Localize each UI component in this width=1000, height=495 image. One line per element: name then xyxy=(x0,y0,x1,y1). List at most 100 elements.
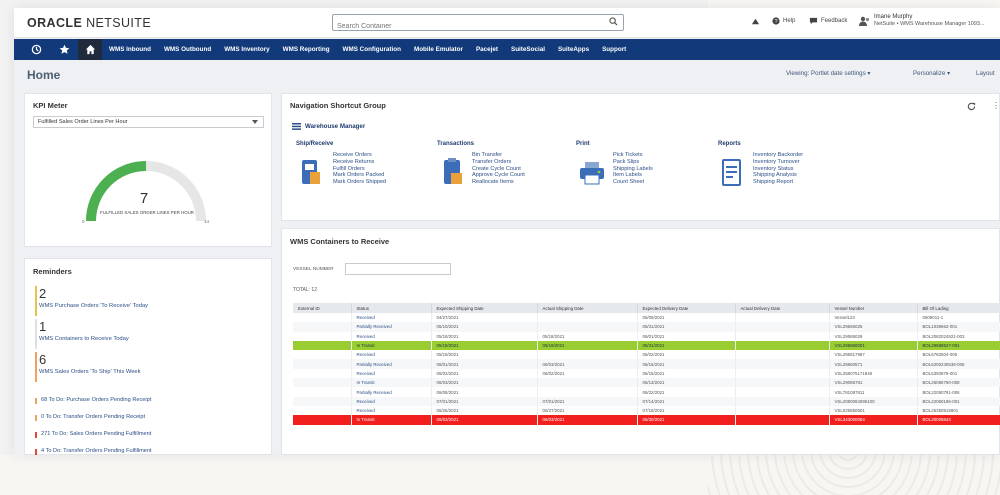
link-mark-orders-packed[interactable]: Mark Orders Packed xyxy=(333,172,386,179)
nav-wms-outbound[interactable]: WMS Outbound xyxy=(164,46,211,53)
todo-item[interactable]: 4 To Do: Transfer Orders Pending Fulfill… xyxy=(35,448,152,455)
todo-item[interactable]: 0 To Do: Transfer Orders Pending Receipt xyxy=(35,414,145,421)
table-cell: 0509011-1 xyxy=(917,313,1000,323)
link-fulfill-orders[interactable]: Fulfill Orders xyxy=(333,166,386,173)
link-create-cycle-count[interactable]: Create Cycle Count xyxy=(472,166,525,173)
table-cell: 06/08/2021 xyxy=(431,387,538,397)
column-header[interactable]: Expected Delivery Date xyxy=(637,303,736,313)
table-row[interactable]: In Transit 05/19/2021 05/19/2021 05/31/2021… xyxy=(293,340,1000,351)
table-row[interactable]: Partially Received 06/08/2021 06/22/2021 VS… xyxy=(293,387,1000,397)
feedback-link[interactable]: Feedback xyxy=(809,17,847,25)
table-row[interactable]: Received 06/02/2021 06/02/2021 06/15/2021 VS… xyxy=(293,368,1000,379)
nav-mobile-emulator[interactable]: Mobile Emulator xyxy=(414,46,463,53)
table-cell[interactable]: In Transit xyxy=(351,378,432,388)
todo-item[interactable]: 271 To Do: Sales Orders Pending Fulfillm… xyxy=(35,431,151,438)
nav-support[interactable]: Support xyxy=(602,46,626,53)
column-header[interactable]: Bill Of Lading xyxy=(917,303,1000,313)
table-row[interactable]: In Transit 06/03/2021 06/13/2021 VSL2908678… xyxy=(293,378,1000,388)
oracle-netsuite-logo[interactable]: ORACLE NETSUITE xyxy=(27,16,151,30)
table-cell xyxy=(735,322,830,332)
table-cell[interactable]: Received xyxy=(351,313,432,323)
link-approve-cycle-count[interactable]: Approve Cycle Count xyxy=(472,172,525,179)
table-cell: VSL29586025 xyxy=(829,322,918,332)
nav-wms-inventory[interactable]: WMS Inventory xyxy=(224,46,269,53)
column-header[interactable]: Expected Shipping Date xyxy=(431,303,538,313)
table-cell: VSL343000084 xyxy=(829,415,918,425)
table-cell[interactable]: Received xyxy=(351,396,432,406)
table-cell[interactable]: Partially Received xyxy=(351,359,432,369)
link-shipping-analysis[interactable]: Shipping Analysis xyxy=(753,172,803,179)
column-header[interactable]: Actual Shipping Date xyxy=(537,303,638,313)
link-reallocate-items[interactable]: Reallocate Items xyxy=(472,179,525,186)
table-cell[interactable]: Received xyxy=(351,331,432,341)
link-inventory-backorder[interactable]: Inventory Backorder xyxy=(753,152,803,159)
nav-wms-reporting[interactable]: WMS Reporting xyxy=(283,46,330,53)
link-inventory-turnover[interactable]: Inventory Turnover xyxy=(753,159,803,166)
column-header[interactable]: Status xyxy=(351,303,432,313)
reminder-item[interactable]: 6 WMS Sales Orders 'To Ship' This Week xyxy=(35,352,265,382)
link-count-sheet[interactable]: Count Sheet xyxy=(613,179,653,186)
search-input[interactable] xyxy=(333,19,583,34)
table-cell[interactable]: Received xyxy=(351,350,432,360)
link-receive-returns[interactable]: Receive Returns xyxy=(333,159,386,166)
warehouse-manager-group[interactable]: Warehouse Manager xyxy=(292,123,365,130)
table-cell: BOL6200240538-006 xyxy=(917,359,1000,369)
link-pick-tickets[interactable]: Pick Tickets xyxy=(613,152,653,159)
table-cell xyxy=(537,378,638,388)
table-cell[interactable]: In Transit xyxy=(351,415,432,425)
table-cell: 06/27/2021 xyxy=(537,405,638,416)
table-cell[interactable]: Received xyxy=(351,405,432,416)
user-icon[interactable] xyxy=(859,16,870,26)
link-receive-orders[interactable]: Receive Orders xyxy=(333,152,386,159)
link-shipping-labels[interactable]: Shipping Labels xyxy=(613,166,653,173)
link-item-labels[interactable]: Item Labels xyxy=(613,172,653,179)
link-inventory-status[interactable]: Inventory Status xyxy=(753,166,803,173)
kpi-select[interactable]: Fulfilled Sales Order Lines Per Hour xyxy=(33,116,264,128)
nav-pacejet[interactable]: Pacejet xyxy=(476,46,498,53)
table-row[interactable]: Partially Received 06/01/2021 06/03/2021 06… xyxy=(293,359,1000,369)
table-cell xyxy=(735,387,830,397)
nav-suiteapps[interactable]: SuiteApps xyxy=(558,46,589,53)
search-icon[interactable] xyxy=(609,17,618,26)
layout-dropdown[interactable]: Layout xyxy=(976,70,995,77)
column-header[interactable]: Vessel Number xyxy=(829,303,918,313)
table-row[interactable]: Received 07/01/2021 07/01/2021 07/14/2021 VS… xyxy=(293,396,1000,406)
link-shipping-report[interactable]: Shipping Report xyxy=(753,179,803,186)
table-cell[interactable]: In Transit xyxy=(351,340,432,351)
table-row[interactable]: Received 06/26/2021 06/27/2021 07/18/2021 VS… xyxy=(293,405,1000,416)
table-cell xyxy=(293,340,352,351)
vessel-number-input[interactable] xyxy=(345,263,451,275)
nav-wms-inbound[interactable]: WMS Inbound xyxy=(109,46,151,53)
favorites-star-icon[interactable] xyxy=(52,39,76,60)
table-row[interactable]: Received 05/19/2021 06/02/2021 VSL295817987… xyxy=(293,350,1000,360)
more-options-icon[interactable]: ⋮ xyxy=(992,101,1000,110)
column-header[interactable]: Actual Delivery Date xyxy=(735,303,830,313)
table-cell[interactable]: Partially Received xyxy=(351,387,432,397)
link-mark-orders-shipped[interactable]: Mark Orders Shipped xyxy=(333,179,386,186)
table-cell xyxy=(735,396,830,406)
column-header[interactable]: External ID xyxy=(293,303,352,313)
reminder-item[interactable]: 1 WMS Containers to Receive Today xyxy=(35,319,265,349)
refresh-icon[interactable] xyxy=(967,102,976,111)
recent-records-icon[interactable] xyxy=(751,17,760,26)
nav-suitesocial[interactable]: SuiteSocial xyxy=(511,46,545,53)
table-row[interactable]: Received 04/27/2021 05/09/2021 Vessel123 050… xyxy=(293,313,1000,323)
table-row[interactable]: Received 05/18/2021 05/18/2021 06/01/2021 VS… xyxy=(293,331,1000,341)
user-menu[interactable]: Imane Murphy NetSuite • WMS Warehouse Ma… xyxy=(874,14,985,28)
link-bin-transfer[interactable]: Bin Transfer xyxy=(472,152,525,159)
global-search[interactable] xyxy=(332,14,624,34)
link-pack-slips[interactable]: Pack Slips xyxy=(613,159,653,166)
table-cell[interactable]: Received xyxy=(351,368,432,379)
home-icon[interactable] xyxy=(78,39,102,60)
reminder-item[interactable]: 2 WMS Purchase Orders 'To Receive' Today xyxy=(35,286,265,316)
table-cell[interactable]: Partially Received xyxy=(351,322,432,332)
personalize-dropdown[interactable]: Personalize ▾ xyxy=(913,70,950,77)
help-link[interactable]: ? Help xyxy=(772,17,795,25)
activity-icon[interactable] xyxy=(24,39,48,60)
table-row[interactable]: In Transit 06/03/2021 06/03/2021 06/30/2021… xyxy=(293,415,1000,425)
todo-item[interactable]: 68 To Do: Purchase Orders Pending Receip… xyxy=(35,397,151,404)
table-row[interactable]: Partially Received 05/10/2021 05/31/2021 VS… xyxy=(293,322,1000,332)
link-transfer-orders[interactable]: Transfer Orders xyxy=(472,159,525,166)
nav-wms-configuration[interactable]: WMS Configuration xyxy=(343,46,401,53)
viewing-settings-dropdown[interactable]: Viewing: Portlet date settings ▾ xyxy=(786,70,871,77)
